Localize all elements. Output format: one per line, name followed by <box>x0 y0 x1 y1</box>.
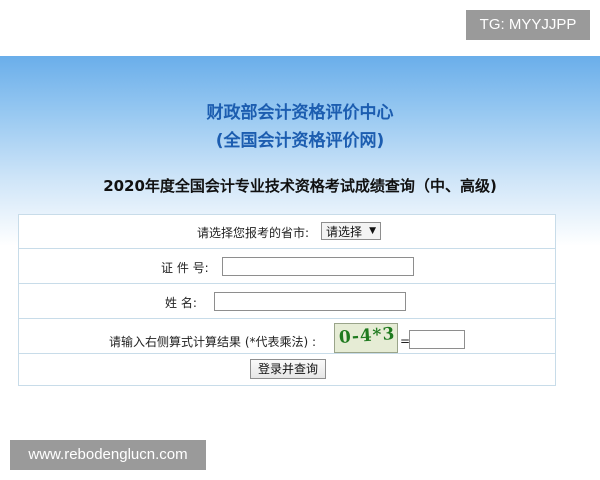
id-row: 证 件 号: <box>19 249 555 284</box>
tg-watermark-badge: TG: MYYJJPP <box>466 10 590 40</box>
province-row: 请选择您报考的省市: 请选择 ▼ <box>19 215 555 249</box>
province-select[interactable]: 请选择 ▼ <box>321 222 381 240</box>
name-input[interactable] <box>214 292 406 311</box>
captcha-image[interactable]: 0-4*3 <box>334 323 398 353</box>
name-label: 姓 名: <box>165 296 197 310</box>
id-number-input[interactable] <box>222 257 414 276</box>
captcha-row: 请输入右侧算式计算结果 (*代表乘法) : 0-4*3 = <box>19 319 555 354</box>
page-title: 2020年度全国会计专业技术资格考试成绩查询（中、高级) <box>103 177 497 195</box>
submit-button[interactable]: 登录并查询 <box>250 359 326 379</box>
id-number-label: 证 件 号: <box>161 261 209 275</box>
province-select-value: 请选择 <box>326 225 363 239</box>
org-subtitle: (全国会计资格评价网) <box>215 131 385 151</box>
site-watermark: www.rebodenglucn.com <box>10 440 206 470</box>
province-label: 请选择您报考的省市: <box>197 226 310 240</box>
name-row: 姓 名: <box>19 284 555 319</box>
captcha-label: 请输入右侧算式计算结果 (*代表乘法) : <box>109 335 317 349</box>
org-title: 财政部会计资格评价中心 <box>206 103 394 123</box>
captcha-answer-input[interactable] <box>409 330 465 349</box>
captcha-expression: 0-4*3 <box>338 324 397 348</box>
chevron-down-icon: ▼ <box>369 226 376 236</box>
